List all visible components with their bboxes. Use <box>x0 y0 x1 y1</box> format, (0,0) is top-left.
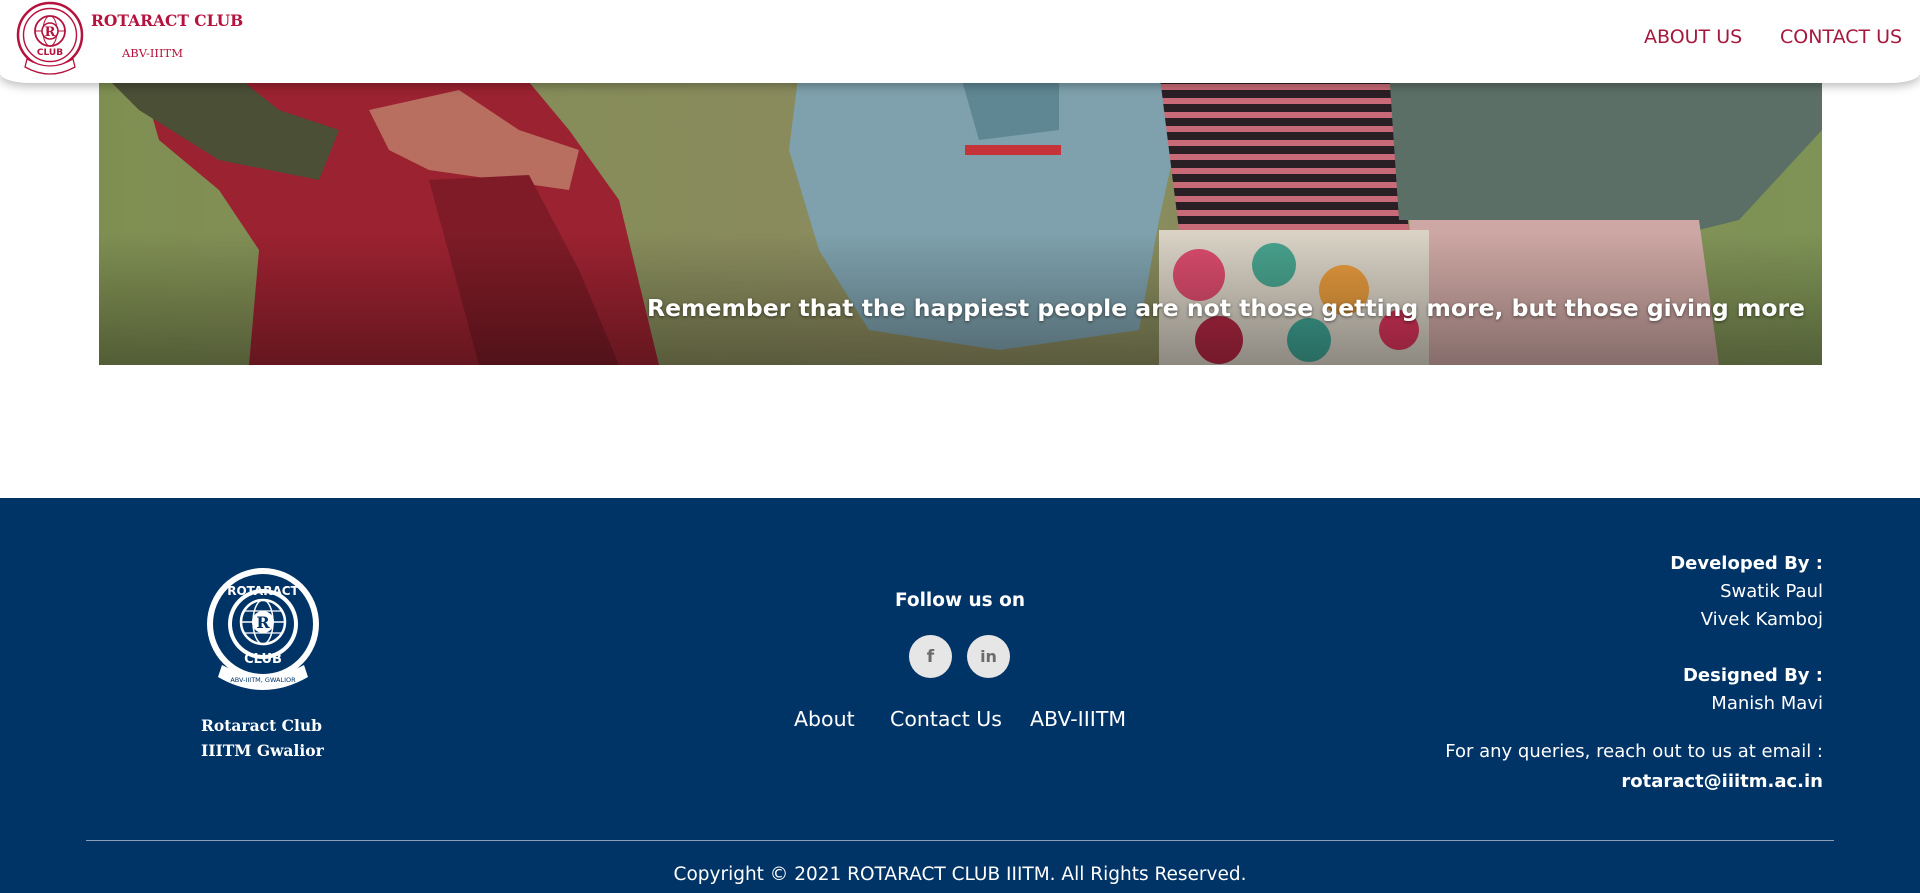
facebook-button[interactable]: f <box>909 635 952 678</box>
logo-letter: R <box>45 25 56 40</box>
contact-email-link[interactable]: rotaract@iiitm.ac.in <box>1621 771 1823 792</box>
brand-name: ROTARACT CLUB <box>91 11 244 30</box>
nav-contact-us[interactable]: CONTACT US <box>1780 26 1902 48</box>
footer-club-line2: IIITM Gwalior <box>201 741 324 760</box>
footer-club-name: Rotaract Club IIITM Gwalior <box>201 713 324 763</box>
logo-bottom-text: CLUB <box>37 48 63 58</box>
developer-name: Swatik Paul <box>1720 581 1823 602</box>
hero-banner: Remember that the happiest people are no… <box>99 70 1822 365</box>
designed-by-label: Designed By : <box>1682 665 1823 686</box>
brand-subtitle: ABV-IIITM <box>122 46 183 60</box>
linkedin-icon: in <box>980 647 997 666</box>
footer-rotaract-logo-icon: R ROTARACT CLUB ABV-IIITM, GWALIOR <box>207 568 319 690</box>
hero-quote: Remember that the happiest people are no… <box>646 294 1805 322</box>
footer-club-line1: Rotaract Club <box>201 716 322 735</box>
footer-divider <box>86 840 1834 841</box>
query-text: For any queries, reach out to us at emai… <box>1445 741 1823 762</box>
site-header: R CLUB ROTARACT CLUB ABV-IIITM ABOUT US … <box>0 0 1920 83</box>
designer-name: Manish Mavi <box>1711 693 1823 714</box>
footer-logo-ribbon-text: ABV-IIITM, GWALIOR <box>230 676 296 684</box>
developed-by-label: Developed By : <box>1670 553 1823 574</box>
footer-link-abv-iiitm[interactable]: ABV-IIITM <box>1030 707 1126 731</box>
brand-link[interactable]: R CLUB ROTARACT CLUB ABV-IIITM <box>15 1 245 79</box>
footer-link-contact-us[interactable]: Contact Us <box>890 707 1002 731</box>
footer-link-about[interactable]: About <box>794 707 855 731</box>
facebook-icon: f <box>926 646 935 667</box>
copyright-text: Copyright © 2021 ROTARACT CLUB IIITM. Al… <box>673 864 1247 885</box>
rotaract-logo-icon: R CLUB <box>16 1 84 75</box>
footer-logo-letter: R <box>256 613 270 632</box>
developer-name: Vivek Kamboj <box>1700 609 1823 630</box>
nav-about-us[interactable]: ABOUT US <box>1644 26 1742 48</box>
footer-logo-bottom-text: CLUB <box>244 652 282 667</box>
linkedin-button[interactable]: in <box>967 635 1010 678</box>
footer-credits: Developed By : Swatik Paul Vivek Kamboj … <box>1445 550 1823 796</box>
